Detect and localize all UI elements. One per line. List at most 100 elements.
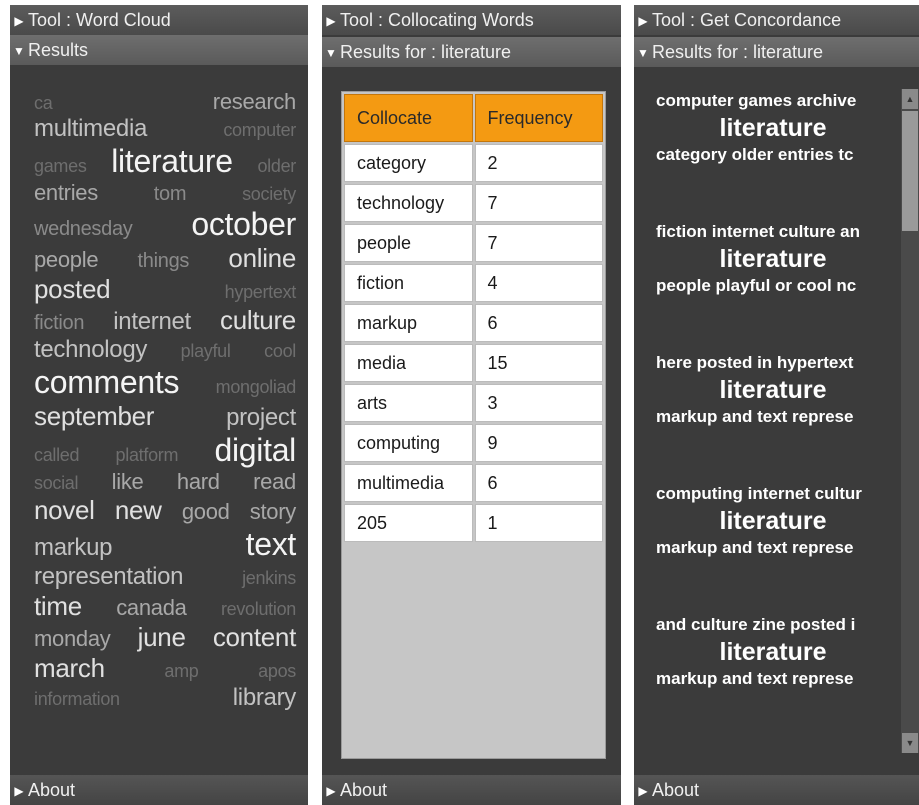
word-cloud-results-header[interactable]: ▼ Results [10, 35, 308, 65]
concordance-panel: ▶ Tool : Get Concordance ▼ Results for : l… [634, 5, 919, 805]
cloud-word[interactable]: canada [116, 595, 187, 621]
cloud-word[interactable]: fiction [34, 312, 84, 335]
cloud-word[interactable]: information [34, 689, 120, 710]
cloud-word[interactable]: june [138, 622, 186, 653]
cloud-word[interactable]: called [34, 445, 80, 466]
table-row[interactable]: arts 3 [344, 384, 603, 422]
context-before: here posted in hypertext [656, 353, 854, 372]
concordance-entry[interactable]: computing internet cultur literature marku… [634, 482, 900, 613]
cloud-word[interactable]: monday [34, 626, 111, 652]
collocate-about-footer[interactable]: ▶ About [322, 775, 621, 805]
cloud-word[interactable]: multimedia [34, 115, 147, 143]
cloud-word[interactable]: mongoliad [216, 377, 297, 398]
cloud-word[interactable]: representation [34, 563, 184, 591]
table-row[interactable]: technology 7 [344, 184, 603, 222]
cloud-word[interactable]: revolution [221, 599, 296, 620]
cloud-word[interactable]: markup [34, 534, 113, 562]
cloud-word[interactable]: novel [34, 495, 95, 526]
word-cloud-line: fiction internet culture [34, 305, 296, 336]
concordance-entry[interactable]: here posted in hypertext literature markup… [634, 351, 900, 482]
cloud-word[interactable]: posted [34, 274, 111, 305]
collapse-triangle-icon: ▼ [637, 46, 649, 60]
cloud-word[interactable]: library [233, 684, 297, 712]
cloud-word[interactable]: good [182, 499, 230, 525]
concordance-keyword: literature [719, 507, 827, 535]
collocate-tool-title: Tool : Collocating Words [340, 10, 534, 30]
cloud-word[interactable]: internet [113, 308, 191, 336]
cloud-word[interactable]: technology [34, 336, 147, 364]
collocate-tool-header[interactable]: ▶ Tool : Collocating Words [322, 5, 621, 35]
collocate-panel: ▶ Tool : Collocating Words ▼ Results for :… [322, 5, 621, 805]
collocate-results-header[interactable]: ▼ Results for : literature [322, 37, 621, 67]
cloud-word[interactable]: wednesday [34, 218, 133, 241]
cloud-word[interactable]: hypertext [225, 282, 297, 303]
scroll-thumb[interactable] [902, 111, 918, 231]
cloud-word[interactable]: computer [223, 120, 296, 141]
cloud-word[interactable]: new [115, 495, 162, 526]
cloud-word[interactable]: playful [181, 341, 231, 362]
frequency-column-header[interactable]: Frequency [474, 94, 603, 142]
cloud-word[interactable]: research [213, 89, 297, 115]
cloud-word[interactable]: text [246, 526, 297, 563]
concordance-results-header[interactable]: ▼ Results for : literature [634, 37, 919, 67]
cloud-word[interactable]: literature [111, 143, 233, 180]
collocate-results-title: Results for : literature [340, 42, 512, 62]
cloud-word[interactable]: older [257, 156, 296, 177]
cloud-word[interactable]: time [34, 591, 82, 622]
table-row[interactable]: fiction 4 [344, 264, 603, 302]
table-row[interactable]: category 2 [344, 144, 603, 182]
concordance-results-title: Results for : literature [652, 42, 824, 62]
cloud-word[interactable]: online [228, 243, 296, 274]
concordance-tool-header[interactable]: ▶ Tool : Get Concordance [634, 5, 919, 35]
cloud-word[interactable]: story [250, 499, 296, 525]
table-row[interactable]: computing 9 [344, 424, 603, 462]
cloud-word[interactable]: comments [34, 364, 180, 401]
cloud-word[interactable]: society [242, 184, 296, 205]
table-row[interactable]: multimedia 6 [344, 464, 603, 502]
cloud-word[interactable]: apos [258, 661, 296, 682]
cloud-word[interactable]: digital [214, 432, 296, 469]
cloud-word[interactable]: project [226, 404, 296, 432]
cloud-word[interactable]: amp [164, 661, 198, 682]
table-row[interactable]: markup 6 [344, 304, 603, 342]
cloud-word[interactable]: content [213, 622, 296, 653]
cloud-word[interactable]: people [34, 247, 99, 273]
word-cloud-line: markup text [34, 526, 296, 563]
cloud-word[interactable]: games [34, 156, 87, 177]
concordance-entry[interactable]: computer games archive literature category… [634, 89, 900, 220]
context-after: markup and text represe [656, 407, 854, 426]
cloud-word[interactable]: social [34, 473, 79, 494]
context-before: and culture zine posted i [656, 615, 856, 634]
table-row[interactable]: 205 1 [344, 504, 603, 542]
concordance-entry[interactable]: and culture zine posted i literature marku… [634, 613, 900, 744]
cloud-word[interactable]: cool [264, 341, 296, 362]
cloud-word[interactable]: tom [154, 183, 187, 206]
frequency-cell: 7 [474, 184, 603, 222]
about-label: About [652, 780, 700, 800]
cloud-word[interactable]: like [112, 469, 144, 495]
cloud-word[interactable]: ca [34, 93, 53, 114]
cloud-word[interactable]: read [253, 469, 296, 495]
cloud-word[interactable]: october [191, 206, 296, 243]
concordance-scrollbar[interactable]: ▲ ▼ [901, 89, 919, 753]
scroll-down-icon[interactable]: ▼ [902, 733, 918, 753]
concordance-entry[interactable]: fiction internet culture an literature peo… [634, 220, 900, 351]
cloud-word[interactable]: jenkins [242, 568, 296, 589]
table-row[interactable]: media 15 [344, 344, 603, 382]
table-row[interactable]: people 7 [344, 224, 603, 262]
cloud-word[interactable]: culture [220, 305, 296, 336]
cloud-word[interactable]: hard [177, 469, 220, 495]
word-cloud-line: social like hard read [34, 469, 296, 495]
word-cloud-tool-header[interactable]: ▶ Tool : Word Cloud [10, 5, 308, 35]
cloud-word[interactable]: march [34, 653, 105, 684]
collapse-triangle-icon: ▼ [325, 46, 337, 60]
collocate-column-header[interactable]: Collocate [344, 94, 473, 142]
cloud-word[interactable]: entries [34, 180, 98, 206]
context-before: fiction internet culture an [656, 222, 861, 241]
cloud-word[interactable]: september [34, 401, 154, 432]
cloud-word[interactable]: platform [116, 445, 179, 466]
cloud-word[interactable]: things [138, 250, 190, 273]
concordance-about-footer[interactable]: ▶ About [634, 775, 919, 805]
scroll-up-icon[interactable]: ▲ [902, 89, 918, 109]
word-cloud-about-footer[interactable]: ▶ About [10, 775, 308, 805]
